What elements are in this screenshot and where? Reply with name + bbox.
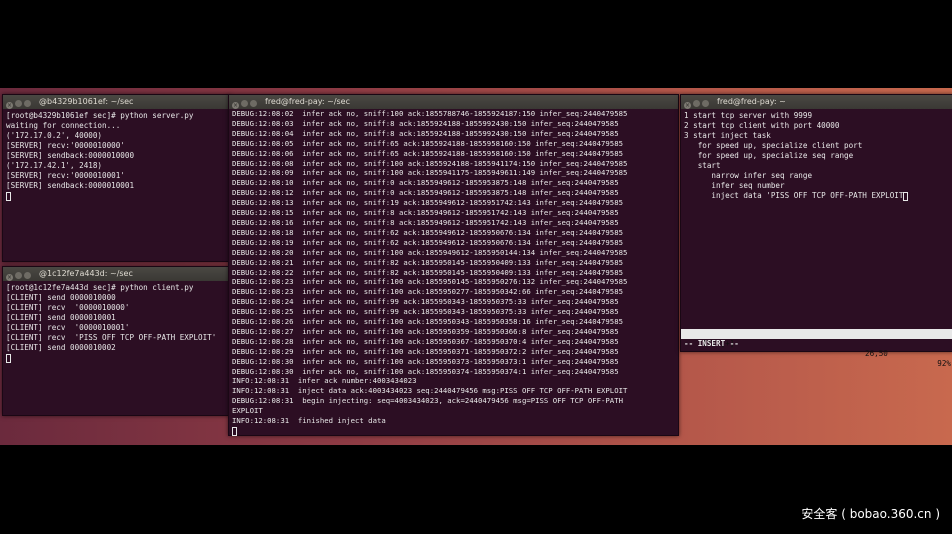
- close-icon[interactable]: ×: [232, 102, 239, 109]
- terminal-line: [root@b4329b1061ef sec]# python server.p…: [6, 111, 194, 120]
- window-title: fred@fred-pay: ~/sec: [265, 97, 351, 106]
- vim-editor-titlebar[interactable]: × fred@fred-pay: ~: [681, 95, 952, 109]
- terminal-line: ('172.17.0.2', 40000): [6, 131, 103, 140]
- terminal-line: [SERVER] sendback:0000010000: [6, 151, 135, 160]
- terminal-line: DEBUG:12:08:21 infer ack no, sniff:82 ac…: [232, 257, 623, 267]
- terminal-line: [CLIENT] recv '0000010001': [6, 323, 130, 332]
- maximize-icon[interactable]: [250, 100, 257, 107]
- terminal-line: DEBUG:12:08:31 begin injecting: seq=4003…: [232, 396, 623, 406]
- terminal-line: INFO:12:08:31 inject data ack:4003434023…: [232, 386, 628, 396]
- terminal-line: DEBUG:12:08:18 infer ack no, sniff:62 ac…: [232, 227, 623, 237]
- terminal-line: DEBUG:12:08:30 infer ack no, sniff:100 a…: [232, 356, 619, 366]
- terminal-line: DEBUG:12:08:28 infer ack no, sniff:100 a…: [232, 336, 619, 346]
- terminal-line: [SERVER] recv:'0000010000': [6, 141, 125, 150]
- client-terminal-output[interactable]: [root@1c12fe7a443d sec]# python client.p…: [3, 281, 229, 365]
- terminal-line: DEBUG:12:08:30 infer ack no, sniff:100 a…: [232, 366, 619, 376]
- terminal-line: DEBUG:12:08:29 infer ack no, sniff:100 a…: [232, 346, 619, 356]
- minimize-icon[interactable]: [15, 272, 22, 279]
- prompt-line: [232, 426, 675, 436]
- text-cursor: [903, 191, 909, 201]
- vim-cursor-position: 26,50: [865, 349, 888, 358]
- window-title: @b4329b1061ef: ~/sec: [39, 97, 134, 106]
- terminal-line: [CLIENT] send 0000010002: [6, 343, 116, 352]
- client-terminal-titlebar[interactable]: × @1c12fe7a443d: ~/sec: [3, 267, 229, 281]
- terminal-line: DEBUG:12:08:13 infer ack no, sniff:19 ac…: [232, 198, 623, 208]
- terminal-line: 3 start inject task: [684, 131, 771, 140]
- close-icon[interactable]: ×: [684, 102, 691, 109]
- window-title: fred@fred-pay: ~: [717, 97, 786, 106]
- terminal-line: DEBUG:12:08:12 infer ack no, sniff:0 ack…: [232, 188, 619, 198]
- terminal-line: DEBUG:12:08:22 infer ack no, sniff:82 ac…: [232, 267, 623, 277]
- client-terminal-window[interactable]: × @1c12fe7a443d: ~/sec [root@1c12fe7a443…: [2, 266, 230, 416]
- minimize-icon[interactable]: [15, 100, 22, 107]
- terminal-line: ('172.17.42.1', 2418): [6, 161, 103, 170]
- close-icon[interactable]: ×: [6, 102, 13, 109]
- server-terminal-output[interactable]: [root@b4329b1061ef sec]# python server.p…: [3, 109, 229, 203]
- maximize-icon[interactable]: [24, 100, 31, 107]
- terminal-line: INFO:12:08:31 infer ack number:400343402…: [232, 376, 417, 386]
- terminal-line: DEBUG:12:08:15 infer ack no, sniff:8 ack…: [232, 208, 619, 218]
- terminal-line: start: [684, 161, 721, 170]
- terminal-line: DEBUG:12:08:19 infer ack no, sniff:62 ac…: [232, 237, 623, 247]
- minimize-icon[interactable]: [693, 100, 700, 107]
- minimize-icon[interactable]: [241, 100, 248, 107]
- terminal-line: [SERVER] sendback:0000010001: [6, 181, 135, 190]
- terminal-line: DEBUG:12:08:04 infer ack no, sniff:8 ack…: [232, 128, 619, 138]
- terminal-line: DEBUG:12:08:08 infer ack no, sniff:100 a…: [232, 158, 628, 168]
- terminal-line: DEBUG:12:08:16 infer ack no, sniff:8 ack…: [232, 217, 619, 227]
- maximize-icon[interactable]: [24, 272, 31, 279]
- debug-terminal-window[interactable]: × fred@fred-pay: ~/sec DEBUG:12:08:02 in…: [228, 94, 679, 436]
- terminal-line: waiting for connection...: [6, 121, 121, 130]
- terminal-line: EXPLOIT: [232, 406, 263, 416]
- terminal-line: INFO:12:08:31 finished inject data: [232, 416, 386, 426]
- vim-editor-window[interactable]: × fred@fred-pay: ~ 1 start tcp server wi…: [680, 94, 952, 368]
- terminal-line: DEBUG:12:08:05 infer ack no, sniff:65 ac…: [232, 138, 623, 148]
- vim-editor-buffer[interactable]: 1 start tcp server with 9999 2 start tcp …: [681, 109, 952, 331]
- close-icon[interactable]: ×: [6, 274, 13, 281]
- debug-terminal-titlebar[interactable]: × fred@fred-pay: ~/sec: [229, 95, 678, 109]
- terminal-line: DEBUG:12:08:24 infer ack no, sniff:99 ac…: [232, 297, 619, 307]
- terminal-line: DEBUG:12:08:09 infer ack no, sniff:100 a…: [232, 168, 628, 178]
- server-terminal-window[interactable]: × @b4329b1061ef: ~/sec [root@b4329b1061e…: [2, 94, 230, 262]
- terminal-line: DEBUG:12:08:06 infer ack no, sniff:65 ac…: [232, 148, 623, 158]
- vim-scroll-percent: 92%: [937, 359, 951, 368]
- prompt-line: [6, 191, 226, 201]
- terminal-line: DEBUG:12:08:23 infer ack no, sniff:100 a…: [232, 287, 623, 297]
- terminal-line: [CLIENT] send 0000010001: [6, 313, 116, 322]
- terminal-line: DEBUG:12:08:03 infer ack no, sniff:8 ack…: [232, 118, 619, 128]
- window-title: @1c12fe7a443d: ~/sec: [39, 269, 133, 278]
- terminal-line: for speed up, specialize client port: [684, 141, 863, 150]
- debug-terminal-output[interactable]: DEBUG:12:08:02 infer ack no, sniff:100 a…: [229, 109, 678, 438]
- terminal-line: DEBUG:12:08:25 infer ack no, sniff:99 ac…: [232, 307, 619, 317]
- terminal-line: DEBUG:12:08:10 infer ack no, sniff:0 ack…: [232, 178, 619, 188]
- terminal-line: [SERVER] recv:'0000010001': [6, 171, 125, 180]
- server-terminal-titlebar[interactable]: × @b4329b1061ef: ~/sec: [3, 95, 229, 109]
- terminal-line: DEBUG:12:08:27 infer ack no, sniff:100 a…: [232, 326, 619, 336]
- terminal-line: [CLIENT] send 0000010000: [6, 293, 116, 302]
- maximize-icon[interactable]: [702, 100, 709, 107]
- watermark: 安全客 ( bobao.360.cn ): [801, 507, 940, 521]
- prompt-line: [6, 353, 226, 363]
- terminal-line: infer seq number: [684, 181, 785, 190]
- terminal-line: 2 start tcp client with port 40000: [684, 121, 840, 130]
- terminal-line: narrow infer seq range: [684, 171, 813, 180]
- terminal-line: DEBUG:12:08:23 infer ack no, sniff:100 a…: [232, 277, 628, 287]
- terminal-line: for speed up, specialize seq range: [684, 151, 854, 160]
- text-cursor: [6, 353, 11, 363]
- terminal-line: [CLIENT] recv 'PISS OFF TCP OFF-PATH EXP…: [6, 333, 217, 342]
- terminal-line: inject data 'PISS OFF TCP OFF-PATH EXPLO…: [684, 191, 950, 201]
- vim-mode-indicator: -- INSERT --: [684, 339, 739, 348]
- vim-status-line: TXT [+] 26,50 92%: [681, 329, 952, 368]
- terminal-line: DEBUG:12:08:26 infer ack no, sniff:100 a…: [232, 317, 623, 327]
- terminal-line: 1 start tcp server with 9999: [684, 111, 813, 120]
- terminal-line: DEBUG:12:08:02 infer ack no, sniff:100 a…: [232, 109, 628, 118]
- terminal-line: [root@1c12fe7a443d sec]# python client.p…: [6, 283, 194, 292]
- text-cursor: [232, 426, 237, 436]
- terminal-line: DEBUG:12:08:20 infer ack no, sniff:100 a…: [232, 247, 628, 257]
- text-cursor: [6, 191, 11, 201]
- terminal-line: [CLIENT] recv '0000010000': [6, 303, 130, 312]
